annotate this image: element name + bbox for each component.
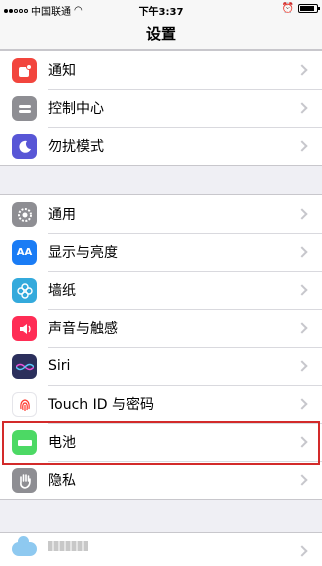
display-glyph: AA — [16, 247, 33, 258]
notifications-icon — [12, 58, 37, 83]
settings-item-touch-id[interactable]: Touch ID 与密码 — [0, 385, 322, 423]
settings-item-label: Siri — [48, 358, 71, 374]
settings-item-general[interactable]: 通用 — [0, 195, 322, 233]
status-time: 下午3:37 — [138, 7, 184, 18]
settings-item-label: 通用 — [48, 207, 76, 223]
blurred-account-text — [48, 541, 88, 551]
chevron-right-icon — [296, 102, 308, 114]
settings-item-label: 勿扰模式 — [48, 139, 104, 155]
chevron-right-icon — [296, 398, 308, 410]
settings-item-notifications[interactable]: 通知 — [0, 51, 322, 89]
moon-icon — [12, 134, 37, 159]
privacy-hand-icon — [12, 468, 37, 493]
status-battery-icon — [298, 4, 320, 13]
display-icon: AA — [12, 240, 37, 265]
control-center-icon — [12, 96, 37, 121]
gear-icon — [12, 202, 37, 227]
chevron-right-icon — [296, 436, 308, 448]
settings-item-label: 墙纸 — [48, 283, 76, 299]
siri-icon — [12, 354, 37, 379]
settings-item-label: 显示与亮度 — [48, 245, 118, 261]
cloud-icon — [12, 536, 37, 556]
settings-item-battery[interactable]: 电池 — [0, 423, 322, 461]
settings-item-wallpaper[interactable]: 墙纸 — [0, 271, 322, 309]
sound-icon — [12, 316, 37, 341]
chevron-right-icon — [296, 246, 308, 258]
chevron-right-icon — [296, 140, 308, 152]
fingerprint-icon — [12, 392, 37, 417]
wallpaper-icon — [12, 278, 37, 303]
settings-group-1: 通知 控制中心 勿扰模式 — [0, 50, 322, 166]
chevron-right-icon — [296, 474, 308, 486]
settings-item-control-center[interactable]: 控制中心 — [0, 89, 322, 127]
chevron-right-icon — [296, 284, 308, 296]
settings-item-label: 控制中心 — [48, 101, 104, 117]
settings-item-label: 电池 — [48, 435, 76, 451]
chevron-right-icon — [296, 208, 308, 220]
chevron-right-icon — [296, 64, 308, 76]
settings-group-2: 通用 AA 显示与亮度 墙纸 声音与触感 Siri Touch ID 与密码 电… — [0, 194, 322, 500]
settings-item-do-not-disturb[interactable]: 勿扰模式 — [0, 127, 322, 165]
settings-item-label: 通知 — [48, 63, 76, 79]
settings-item-siri[interactable]: Siri — [0, 347, 322, 385]
settings-item-label: Touch ID 与密码 — [48, 397, 154, 413]
chevron-right-icon — [296, 545, 308, 557]
settings-item-label: 声音与触感 — [48, 321, 118, 337]
battery-icon — [12, 430, 37, 455]
settings-item-sounds[interactable]: 声音与触感 — [0, 309, 322, 347]
status-bar: 中国联通 ◠ 下午3:37 ⏰ — [0, 0, 322, 18]
chevron-right-icon — [296, 322, 308, 334]
settings-item-label: 隐私 — [48, 473, 76, 489]
alarm-icon: ⏰ — [281, 3, 294, 14]
settings-item-display[interactable]: AA 显示与亮度 — [0, 233, 322, 271]
chevron-right-icon — [296, 360, 308, 372]
settings-group-3 — [0, 532, 322, 566]
settings-item-privacy[interactable]: 隐私 — [0, 461, 322, 499]
page-title: 设置 — [0, 18, 322, 50]
settings-item-icloud[interactable] — [0, 533, 322, 566]
